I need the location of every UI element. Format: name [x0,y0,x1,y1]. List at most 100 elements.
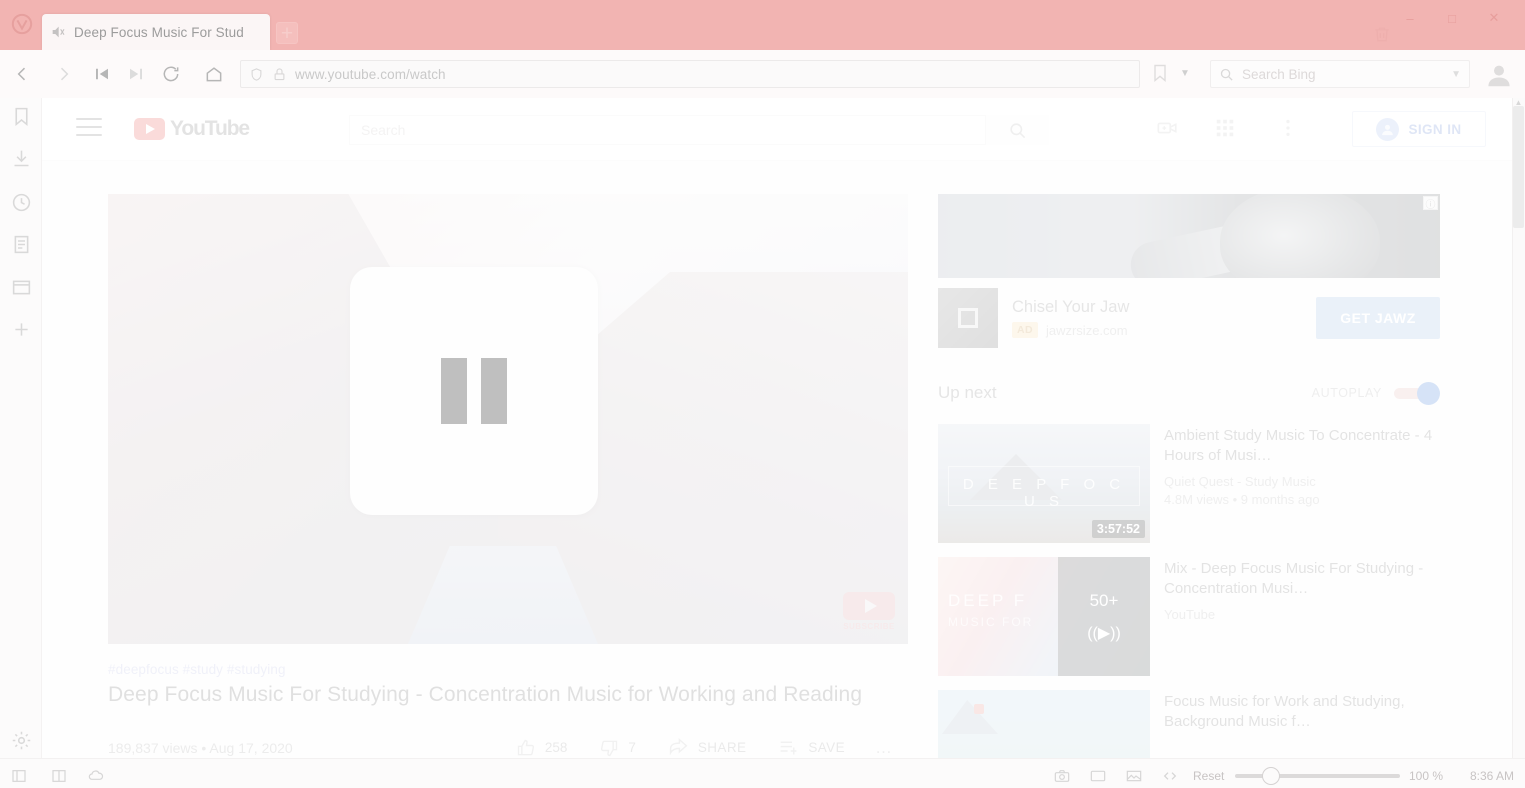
back-icon[interactable] [8,61,36,87]
up-next-header: Up next AUTOPLAY [938,376,1440,410]
autoplay-toggle[interactable] [1394,382,1440,405]
hamburger-menu-icon[interactable] [76,118,102,140]
subscribe-play-icon [843,591,895,620]
address-bar[interactable]: www.youtube.com/watch [240,60,1140,88]
video-thumbnail[interactable]: DEEP F MUSIC FOR 50+ ((▶)) [938,557,1150,676]
ad-title[interactable]: Chisel Your Jaw [1012,298,1302,317]
video-title[interactable]: Ambient Study Music To Concentrate - 4 H… [1164,426,1440,466]
save-button[interactable]: SAVE [762,737,861,758]
bookmark-star-icon[interactable] [1150,62,1172,86]
sidebar-item-notes[interactable] [11,234,32,255]
chevron-down-icon[interactable]: ▼ [1180,68,1190,79]
tab-title: Deep Focus Music For Stud [74,24,244,40]
thumbnail-text-line2: MUSIC FOR [948,615,1034,629]
images-icon[interactable] [1124,768,1144,784]
tiling-icon[interactable] [50,768,70,784]
thumbnail-text-line1: DEEP F [948,591,1028,610]
subscribe-watermark[interactable]: SUBSCRIBE [840,588,898,634]
dislike-button[interactable]: 7 [583,738,652,758]
panel-toggle-icon[interactable] [10,768,30,784]
zoom-slider[interactable] [1235,774,1400,778]
primary-column: SUBSCRIBE #deepfocus #study #studying De… [108,194,908,758]
ad-advertiser-thumbnail[interactable] [938,288,998,348]
capture-icon[interactable] [1052,768,1072,784]
zoom-slider-knob[interactable] [1262,767,1280,785]
sidebar-item-settings[interactable] [11,730,32,751]
sign-in-label: SIGN IN [1408,121,1462,137]
youtube-logo[interactable]: YouTube [134,117,250,141]
scrollbar-thumb[interactable] [1513,106,1524,228]
kebab-menu-icon[interactable] [1277,117,1303,141]
list-item[interactable]: Focus Music for Work and Studying, Backg… [938,690,1440,758]
home-icon[interactable] [200,61,228,87]
mix-video-count: 50+ [1089,590,1119,610]
minimize-button[interactable]: – [1389,4,1431,32]
web-page-viewport: YouTube Search SIGN IN SUBSCRIBE #deepfo… [42,98,1525,758]
thumbnail-text: D E E P F O C U S [962,476,1126,510]
video-stats: 4.8M views • 9 months ago [1164,492,1320,508]
ad-url[interactable]: jawzrsize.com [1046,323,1128,338]
browser-search-bar[interactable]: Search Bing ▼ [1210,60,1470,88]
like-button[interactable]: 258 [500,738,584,758]
avatar[interactable] [1484,60,1514,90]
cloud-icon[interactable] [86,768,106,784]
youtube-search-button[interactable] [985,115,1049,145]
sign-in-button[interactable]: SIGN IN [1352,111,1486,147]
ad-text-block: Chisel Your Jaw AD jawzrsize.com [1012,298,1302,338]
browser-tab[interactable]: Deep Focus Music For Stud [42,14,270,50]
apps-grid-icon[interactable] [1214,117,1240,141]
video-title[interactable]: Mix - Deep Focus Music For Studying - Co… [1164,559,1440,599]
video-info: Ambient Study Music To Concentrate - 4 H… [1164,424,1440,543]
ad-badge: AD [1012,322,1038,338]
channel-name[interactable]: YouTube [1164,607,1440,622]
ad-cta-button[interactable]: GET JAWZ [1316,297,1440,339]
sidebar-item-add-panel[interactable] [11,319,32,340]
shield-icon[interactable] [249,67,264,82]
video-thumbnail[interactable] [938,690,1150,758]
chevron-down-icon[interactable]: ▼ [1451,69,1461,80]
video-camera-icon[interactable] [1155,117,1181,141]
account-avatar-icon [1376,117,1400,141]
code-icon[interactable] [1160,768,1180,784]
video-action-bar: 258 7 SHARE SAVE … [500,737,908,758]
sidebar-item-downloads[interactable] [11,148,32,169]
youtube-search-bar[interactable]: Search [349,115,1049,145]
video-meta-row: 189,837 views • Aug 17, 2020 258 7 SHARE [108,725,908,758]
sidebar-item-windows[interactable] [11,277,32,298]
forward-icon[interactable] [50,61,78,87]
list-item[interactable]: DEEP F MUSIC FOR 50+ ((▶)) Mix - Deep Fo… [938,557,1440,676]
rewind-icon[interactable] [88,61,116,87]
video-hashtags[interactable]: #deepfocus #study #studying [108,662,908,677]
youtube-wordmark: YouTube [170,117,250,140]
list-item[interactable]: D E E P F O C U S 3:57:52 Ambient Study … [938,424,1440,543]
video-view-count: 189,837 views • Aug 17, 2020 [108,739,293,756]
close-button[interactable]: ✕ [1473,4,1515,32]
fastforward-icon[interactable] [122,61,150,87]
like-count: 258 [544,740,568,755]
reload-icon[interactable] [157,61,185,87]
share-button[interactable]: SHARE [652,737,763,758]
speaker-muted-icon[interactable] [50,24,66,40]
video-title[interactable]: Focus Music for Work and Studying, Backg… [1164,692,1440,732]
maximize-button[interactable]: □ [1431,4,1473,32]
pause-overlay-icon[interactable] [350,267,598,515]
lock-icon[interactable] [272,67,287,82]
channel-name[interactable]: Quiet Quest - Study Music [1164,474,1440,489]
clock: 8:36 AM [1470,769,1515,783]
autoplay-control[interactable]: AUTOPLAY [1312,382,1440,405]
vivaldi-logo-icon[interactable] [8,10,36,38]
search-icon [1219,67,1234,82]
ad-banner-image[interactable]: ⓘ [938,194,1440,278]
sidebar-item-bookmarks[interactable] [11,106,32,127]
pause-bar-left [441,358,467,424]
thumbnail-accent [974,704,984,714]
video-thumbnail[interactable]: D E E P F O C U S 3:57:52 [938,424,1150,543]
tiling-icon[interactable] [1088,768,1108,784]
share-label: SHARE [697,740,747,755]
sidebar-item-history[interactable] [11,192,32,213]
zoom-reset-button[interactable]: Reset [1193,769,1224,783]
ad-banner-person [1220,194,1380,278]
ad-info-icon[interactable]: ⓘ [1423,196,1438,211]
video-player[interactable]: SUBSCRIBE [108,194,908,644]
status-bar [0,758,1525,788]
